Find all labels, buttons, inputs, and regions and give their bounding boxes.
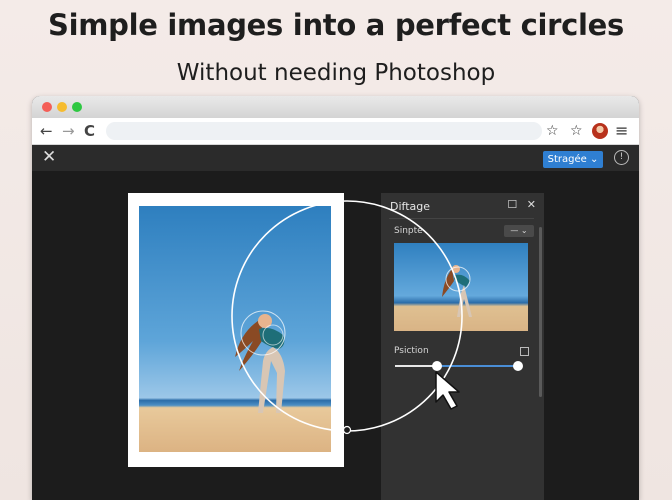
overlay-layer <box>231 200 463 435</box>
cursor-icon <box>435 371 460 410</box>
crop-handle <box>342 425 352 435</box>
crop-circle <box>231 200 463 432</box>
